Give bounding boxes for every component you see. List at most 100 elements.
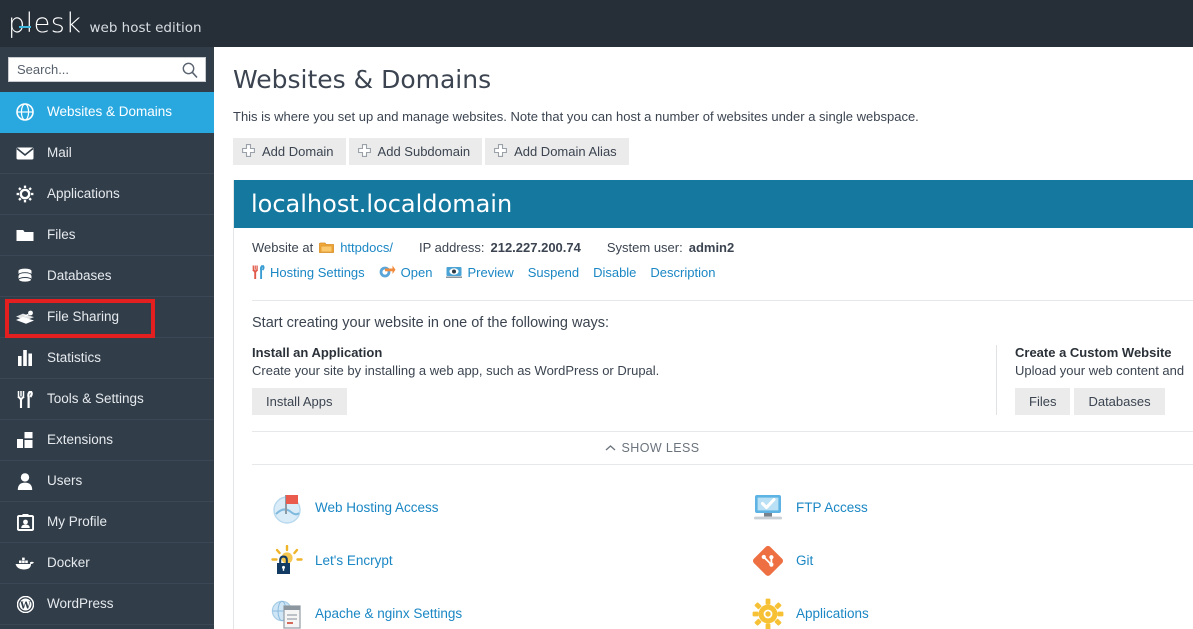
sidebar-item-label: Users [47,473,83,489]
show-less-label: SHOW LESS [621,441,700,455]
quick-link-label: Web Hosting Access [315,500,439,515]
quick-links-left-column: Web Hosting Access Let's Encrypt Apache & … [270,481,751,629]
domain-meta-row: Website at httpdocs/ IP address: 212.227… [252,240,1193,255]
action-label: Suspend [527,264,580,280]
sidebar-item-label: WordPress [47,596,114,612]
search-icon[interactable] [181,61,199,84]
profile-card-icon [14,512,36,532]
install-application-column: Install an Application Create your site … [252,345,996,415]
chevron-up-icon [605,441,616,455]
git-icon [751,544,785,578]
quick-link-label: Let's Encrypt [315,553,393,568]
plus-icon [242,143,255,160]
domain-action-links: Hosting Settings Open Preview Suspend Disabl… [252,264,1193,280]
sidebar-item-websites-domains[interactable]: Websites & Domains [0,92,214,133]
ftp-access-icon [751,491,785,525]
page-title: Websites & Domains [233,65,492,94]
sidebar-item-docker[interactable]: Docker [0,543,214,584]
button-label: Add Subdomain [377,144,471,159]
logo-accent-bar [19,26,32,28]
sidebar-item-mail[interactable]: Mail [0,133,214,174]
show-less-toggle[interactable]: SHOW LESS [605,441,700,455]
top-bar: plesk web host edition [0,0,1193,47]
domain-action-description[interactable]: Description [650,265,715,280]
sidebar-item-applications[interactable]: Applications [0,174,214,215]
install-application-buttons: Install Apps [252,388,996,415]
user-icon [14,471,36,491]
system-user-value: admin2 [688,240,735,255]
logo-text: plesk [8,8,82,39]
logo-edition-text: web host edition [89,20,202,36]
lets-encrypt-icon [270,544,304,578]
web-hosting-access-icon [270,491,304,525]
quick-links-area: Web Hosting Access Let's Encrypt Apache & … [252,464,1193,629]
sidebar-item-label: Mail [47,145,72,161]
sidebar-item-label: Files [47,227,76,243]
domain-name[interactable]: localhost.localdomain [251,190,512,218]
create-website-title: Start creating your website in one of th… [252,315,610,331]
action-label: Preview [467,264,514,280]
quick-link-label: Applications [796,606,869,621]
plesk-logo[interactable]: plesk web host edition [0,8,202,39]
search-box[interactable] [8,57,206,82]
sidebar-search-zone [0,47,214,92]
sidebar-item-extensions[interactable]: Extensions [0,420,214,461]
fork-wrench-icon [252,264,265,280]
docker-whale-icon [14,553,36,573]
httpdocs-link[interactable]: httpdocs/ [340,240,393,255]
apache-nginx-icon [270,597,304,629]
sidebar: Websites & Domains Mail Applications Files D… [0,47,214,629]
files-button[interactable]: Files [1015,388,1071,415]
sidebar-item-file-sharing[interactable]: File Sharing [0,297,214,338]
fork-wrench-icon [14,389,36,409]
sidebar-item-label: My Profile [47,514,108,530]
sidebar-item-files[interactable]: Files [0,215,214,256]
add-subdomain-button[interactable]: Add Subdomain [348,138,483,165]
quick-link-let-s-encrypt[interactable]: Let's Encrypt [270,534,751,587]
domain-action-open[interactable]: Open [379,264,432,280]
sidebar-item-statistics[interactable]: Statistics [0,338,214,379]
databases-button[interactable]: Databases [1074,388,1165,415]
open-arrow-icon [379,264,396,280]
custom-website-buttons: Files Databases [1015,388,1184,415]
quick-link-ftp-access[interactable]: FTP Access [751,481,1193,534]
quick-link-git[interactable]: Git [751,534,1193,587]
domain-action-disable[interactable]: Disable [593,265,636,280]
add-domain-alias-button[interactable]: Add Domain Alias [485,138,629,165]
create-website-section: Start creating your website in one of th… [252,300,1193,415]
sidebar-item-my-profile[interactable]: My Profile [0,502,214,543]
search-input[interactable] [9,58,174,81]
page-subtitle: This is where you set up and manage webs… [233,109,919,124]
sidebar-item-databases[interactable]: Databases [0,256,214,297]
sidebar-nav: Websites & Domains Mail Applications Files D… [0,92,214,625]
wordpress-icon: W [14,594,36,614]
action-label: Hosting Settings [270,264,365,280]
sidebar-item-label: Tools & Settings [47,391,144,407]
gear-icon [14,184,36,204]
sidebar-item-users[interactable]: Users [0,461,214,502]
action-label: Description [650,264,716,280]
install-apps-button[interactable]: Install Apps [252,388,347,415]
quick-link-apache-nginx-settings[interactable]: Apache & nginx Settings [270,587,751,629]
domain-action-preview[interactable]: Preview [446,264,514,280]
quick-link-applications[interactable]: Applications [751,587,1193,629]
domain-action-hosting-settings[interactable]: Hosting Settings [252,264,365,280]
add-domain-button[interactable]: Add Domain [233,138,346,165]
quick-link-label: Apache & nginx Settings [315,606,463,621]
button-label: Add Domain Alias [514,144,617,159]
envelope-icon [14,143,36,163]
custom-website-column: Create a Custom Website Upload your web … [996,345,1184,415]
action-label: Disable [593,264,637,280]
button-label: Add Domain [262,144,334,159]
sidebar-item-label: Databases [47,268,112,284]
sidebar-item-label: Statistics [47,350,102,366]
sidebar-item-tools-settings[interactable]: Tools & Settings [0,379,214,420]
quick-link-web-hosting-access[interactable]: Web Hosting Access [270,481,751,534]
custom-website-heading: Create a Custom Website [1015,345,1172,360]
domain-action-suspend[interactable]: Suspend [528,265,579,280]
sidebar-item-wordpress[interactable]: W WordPress [0,584,214,625]
applications-gear-icon [751,597,785,629]
folder-icon [14,225,36,245]
globe-icon [14,102,36,122]
folder-icon [319,241,335,254]
